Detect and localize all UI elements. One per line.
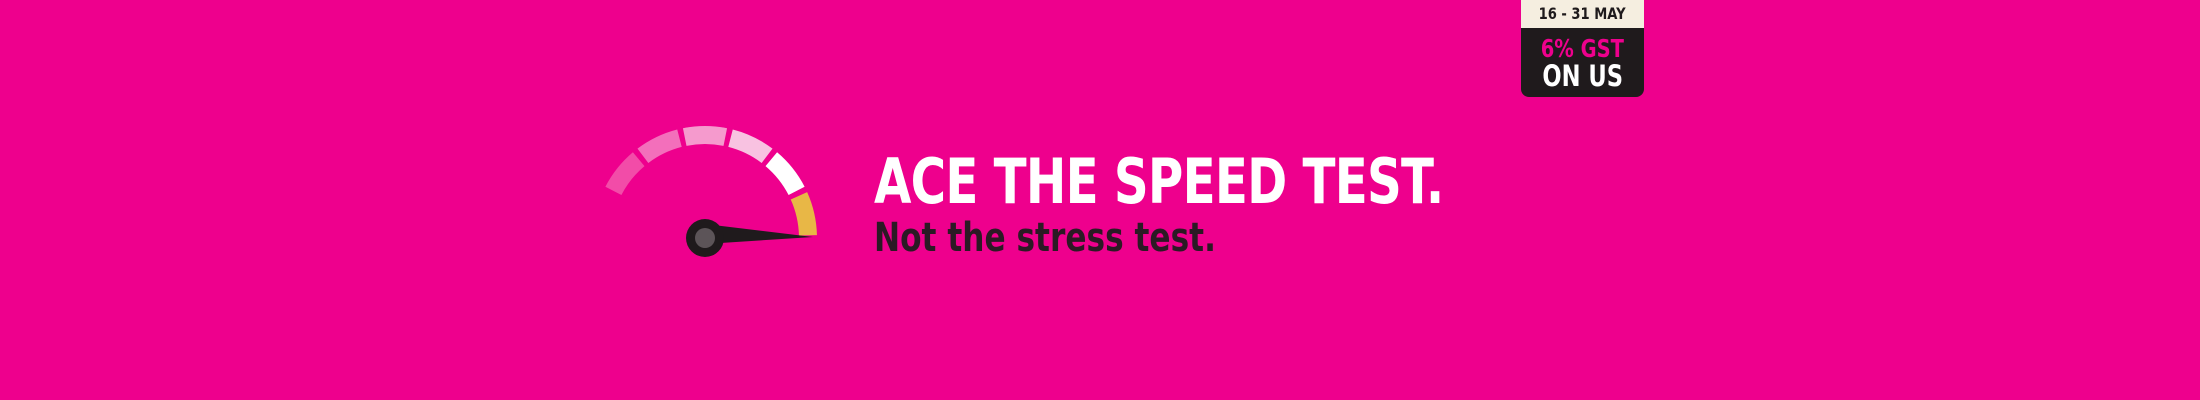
speedometer-segment <box>637 129 682 163</box>
promo-badge[interactable]: 16 - 31 MAY 6% GST ON US <box>1521 0 1644 97</box>
speedometer-segment <box>605 152 645 196</box>
speedometer-segment <box>593 192 620 236</box>
headline-group: ACE THE SPEED TEST. Not the stress test. <box>874 145 1444 261</box>
promo-date-strip: 16 - 31 MAY <box>1521 0 1644 28</box>
speedometer-segment <box>765 152 805 196</box>
promo-date-range: 16 - 31 MAY <box>1538 4 1627 23</box>
headline: ACE THE SPEED TEST. <box>874 145 1444 218</box>
speedometer-segment <box>790 192 817 236</box>
promo-offer-panel: 6% GST ON US <box>1521 28 1644 91</box>
subheadline: Not the stress test. <box>874 215 1216 261</box>
speedometer-icon <box>593 126 817 257</box>
speedometer-segment <box>682 126 728 146</box>
promo-banner[interactable]: ACE THE SPEED TEST. Not the stress test.… <box>0 0 2200 400</box>
speedometer-hub-center <box>695 228 715 248</box>
promo-offer-on-us: ON US <box>1542 59 1623 93</box>
speedometer-segment <box>728 129 773 163</box>
